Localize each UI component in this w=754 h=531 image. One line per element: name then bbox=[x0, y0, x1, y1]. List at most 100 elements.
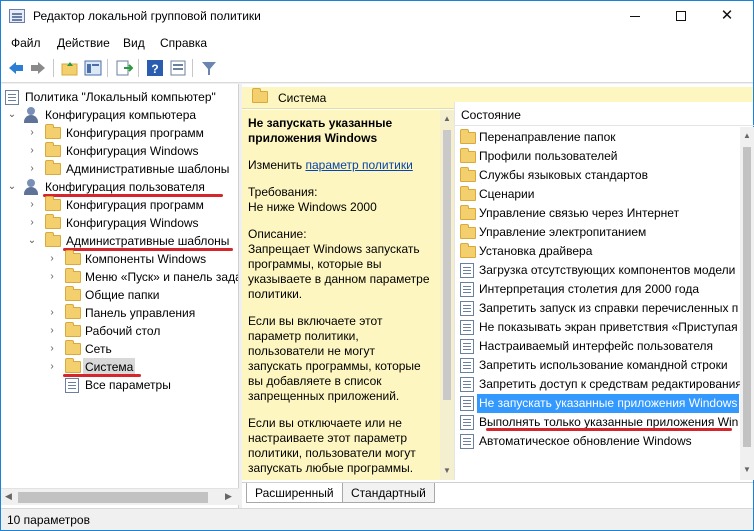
list-item[interactable]: Управление связью через Интернет bbox=[455, 204, 740, 223]
forward-arrow-icon[interactable] bbox=[29, 59, 47, 77]
list-item[interactable]: Не показывать экран приветствия «Приступ… bbox=[455, 318, 740, 337]
column-header-state[interactable]: Состояние bbox=[455, 102, 754, 126]
scroll-up-icon[interactable]: ▲ bbox=[743, 131, 751, 140]
scroll-down-icon[interactable]: ▼ bbox=[743, 465, 751, 474]
scroll-up-icon[interactable]: ▲ bbox=[443, 114, 451, 123]
maximize-button[interactable] bbox=[658, 1, 704, 31]
folder-icon bbox=[45, 160, 61, 175]
collapse-arrow-icon[interactable]: › bbox=[47, 268, 57, 286]
tree-item-label: Рабочий стол bbox=[85, 324, 161, 338]
tree-item-label: Конфигурация программ bbox=[66, 126, 204, 140]
maximize-icon bbox=[676, 11, 686, 21]
properties-icon[interactable] bbox=[169, 59, 187, 77]
description-block: Описание: Запрещает Windows запускать про… bbox=[248, 227, 430, 302]
scrollbar-thumb[interactable] bbox=[18, 492, 208, 503]
folder-icon bbox=[45, 142, 61, 157]
list-item[interactable]: Запретить доступ к средствам редактирова… bbox=[455, 375, 740, 394]
list-item[interactable]: Службы языковых стандартов bbox=[455, 166, 740, 185]
scroll-right-icon[interactable]: ▶ bbox=[225, 491, 232, 502]
minimize-icon bbox=[630, 16, 640, 17]
settings-list: Состояние Перенаправление папок Профили п… bbox=[454, 102, 754, 480]
up-folder-icon[interactable] bbox=[61, 59, 79, 77]
toolbar-separator bbox=[53, 59, 54, 77]
tab-extended[interactable]: Расширенный bbox=[246, 483, 343, 503]
list-item[interactable]: Перенаправление папок bbox=[455, 128, 740, 147]
scroll-down-icon[interactable]: ▼ bbox=[443, 466, 451, 475]
svg-text:?: ? bbox=[151, 62, 158, 76]
folder-icon bbox=[460, 243, 476, 258]
list-item-label: Запретить запуск из справки перечисленны… bbox=[479, 301, 739, 315]
list-item[interactable]: Запретить запуск из справки перечисленны… bbox=[455, 299, 740, 318]
list-item[interactable]: Загрузка отсутствующих компонентов модел… bbox=[455, 261, 740, 280]
toolbar: ? bbox=[1, 53, 753, 83]
folder-icon bbox=[460, 129, 476, 144]
help-icon[interactable]: ? bbox=[146, 59, 164, 77]
export-list-icon[interactable] bbox=[115, 59, 133, 77]
list-item-label: Интерпретация столетия для 2000 года bbox=[479, 282, 699, 296]
minimize-button[interactable] bbox=[612, 1, 658, 31]
tree-item-label: Конфигурация программ bbox=[66, 198, 204, 212]
menu-file[interactable]: Файл bbox=[11, 36, 41, 50]
menu-help[interactable]: Справка bbox=[160, 36, 207, 50]
scroll-left-icon[interactable]: ◀ bbox=[5, 491, 12, 502]
list-item[interactable]: Сценарии bbox=[455, 185, 740, 204]
filter-icon[interactable] bbox=[200, 59, 218, 77]
collapse-arrow-icon[interactable]: › bbox=[27, 196, 37, 214]
list-scrollbar[interactable]: ▲ ▼ bbox=[740, 127, 754, 480]
scrollbar-thumb[interactable] bbox=[443, 130, 451, 400]
description-scrollbar[interactable]: ▲ ▼ bbox=[440, 110, 454, 480]
list-item[interactable]: Настраиваемый интерфейс пользователя bbox=[455, 337, 740, 356]
toolbar-separator bbox=[107, 59, 108, 77]
tree-item-label: Общие папки bbox=[85, 288, 160, 302]
folder-icon bbox=[460, 205, 476, 220]
list-item-label: Не показывать экран приветствия «Приступ… bbox=[479, 320, 738, 334]
app-window: Редактор локальной групповой политики ✕ … bbox=[0, 0, 754, 531]
list-item[interactable]: Запретить использование командной строки bbox=[455, 356, 740, 375]
policy-title: Не запускать указанные приложения Window… bbox=[248, 116, 393, 145]
toolbar-separator bbox=[192, 59, 193, 77]
list-item[interactable]: Профили пользователей bbox=[455, 147, 740, 166]
collapse-arrow-icon[interactable]: › bbox=[47, 340, 57, 358]
tab-standard[interactable]: Стандартный bbox=[342, 483, 435, 503]
list-item[interactable]: Установка драйвера bbox=[455, 242, 740, 261]
collapse-arrow-icon[interactable]: › bbox=[27, 124, 37, 142]
details-area: Система Не запускать указанные приложени… bbox=[242, 84, 754, 508]
collapse-arrow-icon[interactable]: › bbox=[27, 142, 37, 160]
policy-setting-icon bbox=[460, 377, 474, 392]
menu-view[interactable]: Вид bbox=[123, 36, 145, 50]
policy-document-icon bbox=[5, 90, 19, 105]
collapse-arrow-icon[interactable]: › bbox=[47, 304, 57, 322]
folder-icon bbox=[65, 304, 81, 319]
list-item[interactable]: Интерпретация столетия для 2000 года bbox=[455, 280, 740, 299]
expand-arrow-icon[interactable]: ⌄ bbox=[7, 106, 17, 124]
folder-icon bbox=[45, 214, 61, 229]
list-item-label: Запретить использование командной строки bbox=[479, 358, 728, 372]
policy-setting-icon bbox=[460, 301, 474, 316]
expand-arrow-icon[interactable]: ⌄ bbox=[7, 178, 17, 196]
scrollbar-thumb[interactable] bbox=[743, 147, 751, 447]
folder-icon bbox=[45, 196, 61, 211]
list-item-label: Не запускать указанные приложения Window… bbox=[477, 394, 740, 413]
tree-horizontal-scrollbar[interactable]: ◀ ▶ bbox=[1, 488, 239, 505]
close-button[interactable]: ✕ bbox=[704, 1, 750, 31]
list-item[interactable]: Не запускать указанные приложения Window… bbox=[455, 394, 740, 413]
tree-item-label: Конфигурация Windows bbox=[66, 216, 199, 230]
collapse-arrow-icon[interactable]: › bbox=[47, 358, 57, 376]
collapse-arrow-icon[interactable]: › bbox=[47, 250, 57, 268]
expand-arrow-icon[interactable]: ⌄ bbox=[27, 232, 37, 250]
show-hide-tree-icon[interactable] bbox=[84, 59, 102, 77]
menu-action[interactable]: Действие bbox=[57, 36, 110, 50]
folder-icon bbox=[65, 250, 81, 265]
list-item[interactable]: Управление электропитанием bbox=[455, 223, 740, 242]
list-item-label: Сценарии bbox=[479, 187, 535, 201]
collapse-arrow-icon[interactable]: › bbox=[27, 214, 37, 232]
edit-policy-link[interactable]: параметр политики bbox=[305, 158, 412, 172]
list-item[interactable]: Автоматическое обновление Windows bbox=[455, 432, 740, 451]
description-pane: Не запускать указанные приложения Window… bbox=[242, 110, 442, 480]
computer-icon bbox=[23, 107, 39, 123]
collapse-arrow-icon[interactable]: › bbox=[47, 322, 57, 340]
tree-item-label: Меню «Пуск» и панель зада bbox=[85, 270, 239, 284]
edit-prefix: Изменить bbox=[248, 158, 306, 172]
collapse-arrow-icon[interactable]: › bbox=[27, 160, 37, 178]
back-arrow-icon[interactable] bbox=[7, 59, 25, 77]
